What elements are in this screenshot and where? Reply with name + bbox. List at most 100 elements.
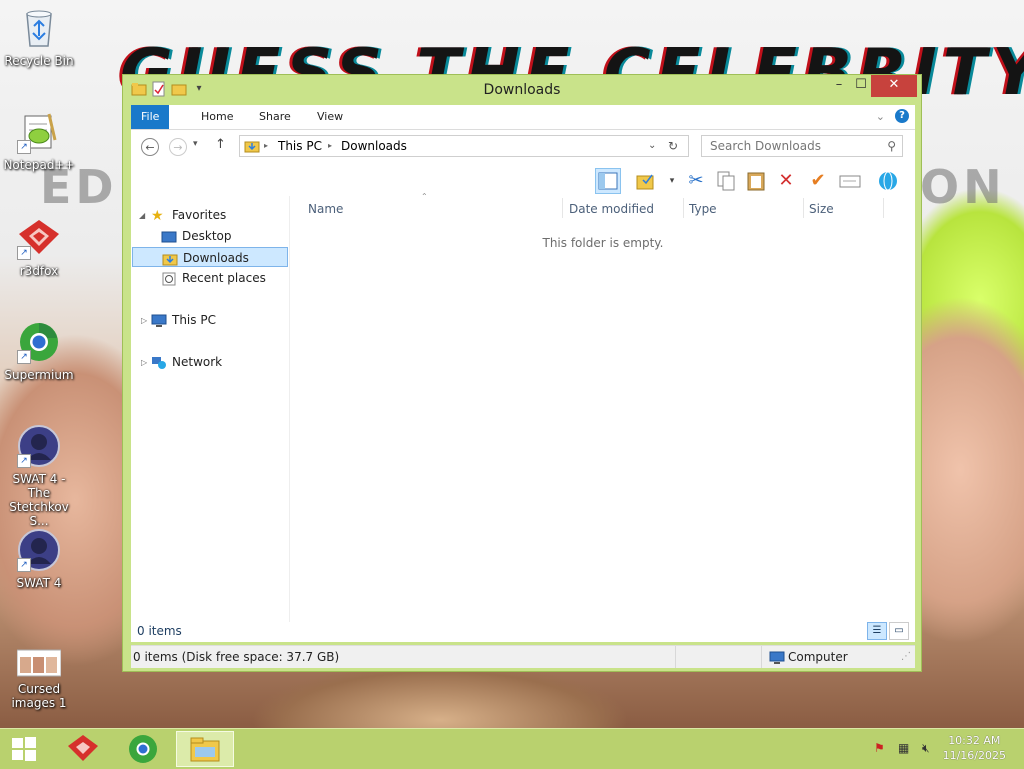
desktop-icon-supermium[interactable]: ↗ Supermium: [1, 320, 77, 382]
column-divider[interactable]: [803, 198, 804, 218]
collapse-arrow-icon[interactable]: ◢: [139, 211, 145, 220]
nav-recent-places[interactable]: Recent places: [161, 268, 266, 288]
start-button[interactable]: [0, 731, 48, 767]
breadcrumb-this-pc[interactable]: This PC: [278, 136, 322, 156]
refresh-icon[interactable]: ↻: [668, 136, 678, 156]
shortcut-arrow-icon: ↗: [17, 558, 31, 572]
status-divider: [761, 646, 762, 668]
navigation-pane[interactable]: ◢ ★ Favorites Desktop Downloads Recent pl…: [131, 196, 290, 642]
column-divider[interactable]: [683, 198, 684, 218]
nav-label: Recent places: [182, 271, 266, 285]
empty-folder-message: This folder is empty.: [542, 236, 664, 250]
command-toolbar: ▾ ✂ ✕ ✔: [131, 166, 915, 196]
recent-places-icon: [161, 272, 177, 286]
search-input[interactable]: Search Downloads ⚲: [701, 135, 903, 157]
desktop-icon-notepad-plus-plus[interactable]: ↗ Notepad++: [1, 110, 77, 172]
taskbar-file-explorer[interactable]: [176, 731, 234, 767]
wallpaper-subtitle-right: ON M: [920, 160, 1024, 214]
close-button[interactable]: ✕: [871, 75, 917, 97]
recent-locations-chevron-icon[interactable]: ▾: [193, 139, 198, 149]
image-file-icon: [16, 648, 62, 678]
expand-arrow-icon[interactable]: ▷: [141, 358, 147, 367]
rename-icon[interactable]: [837, 168, 863, 194]
file-list[interactable]: ⌃ Name Date modified Type Size This fold…: [291, 192, 915, 642]
details-view-icon[interactable]: ☰: [867, 622, 887, 640]
network-globe-icon[interactable]: [875, 168, 901, 194]
nav-favorites[interactable]: ★ Favorites: [151, 205, 226, 225]
shortcut-arrow-icon: ↗: [17, 140, 31, 154]
downloads-folder-icon: [162, 252, 178, 266]
search-placeholder: Search Downloads: [710, 139, 821, 153]
desktop-icon-label: Notepad++: [3, 158, 75, 172]
desktop-icon-recycle-bin[interactable]: Recycle Bin: [1, 6, 77, 68]
tab-share[interactable]: Share: [249, 105, 301, 129]
resize-grip-icon[interactable]: ⋰: [901, 646, 911, 668]
tab-file[interactable]: File: [131, 105, 170, 129]
sort-indicator-icon: ⌃: [421, 192, 428, 201]
search-icon[interactable]: ⚲: [887, 136, 896, 156]
nav-label: Favorites: [172, 208, 227, 222]
network-status-icon[interactable]: ▦: [898, 741, 909, 755]
cut-icon[interactable]: ✂: [683, 168, 709, 194]
large-icons-view-icon[interactable]: ▭: [889, 622, 909, 640]
checkmark-icon[interactable]: ✔: [805, 168, 831, 194]
help-button[interactable]: ?: [895, 109, 909, 123]
tab-view[interactable]: View: [307, 105, 353, 129]
r3dfox-browser-icon: [68, 735, 98, 761]
content-area: ◢ ★ Favorites Desktop Downloads Recent pl…: [131, 192, 915, 642]
nav-label: Downloads: [183, 251, 249, 265]
notepad-plus-plus-icon: ↗: [17, 110, 61, 154]
desktop-icon-r3dfox[interactable]: ↗ r3dfox: [1, 216, 77, 278]
taskbar-r3dfox[interactable]: [54, 731, 112, 767]
delete-icon[interactable]: ✕: [773, 168, 799, 194]
column-header-date-modified[interactable]: Date modified: [569, 202, 654, 216]
status-divider: [675, 646, 676, 668]
column-divider[interactable]: [562, 198, 563, 218]
preview-pane-icon[interactable]: [595, 168, 621, 194]
clock-date: 11/16/2025: [942, 749, 1006, 762]
desktop-icon-label: Cursed images 1: [11, 682, 67, 710]
network-icon: [151, 356, 167, 370]
windows-logo-icon: [12, 737, 36, 761]
breadcrumb-downloads[interactable]: Downloads: [341, 136, 407, 156]
back-button[interactable]: ←: [141, 138, 159, 156]
breadcrumb-separator-icon: ▸: [328, 141, 333, 150]
column-header-size[interactable]: Size: [809, 202, 834, 216]
swat4-game-icon: ↗: [17, 528, 61, 572]
shortcut-arrow-icon: ↗: [17, 246, 31, 260]
taskbar-supermium[interactable]: [114, 731, 172, 767]
address-dropdown-icon[interactable]: ⌄: [648, 136, 656, 156]
window-titlebar[interactable]: ▾ Downloads – ☐ ✕: [123, 75, 921, 105]
desktop-icon-label: SWAT 4: [16, 576, 62, 590]
expand-arrow-icon[interactable]: ▷: [141, 316, 147, 325]
desktop-icon-label: r3dfox: [19, 264, 59, 278]
column-header-name[interactable]: Name: [308, 202, 343, 216]
action-center-flag-icon[interactable]: ⚑: [874, 741, 885, 755]
nav-desktop[interactable]: Desktop: [161, 226, 232, 246]
up-arrow-icon[interactable]: ↑: [215, 137, 226, 152]
nav-label: Desktop: [182, 229, 232, 243]
desktop-icon-cursed-images[interactable]: Cursed images 1: [1, 648, 77, 710]
column-header-type[interactable]: Type: [689, 202, 717, 216]
copy-icon[interactable]: [713, 168, 739, 194]
computer-icon: [769, 650, 785, 672]
desktop-icon-swat4-stetchkov[interactable]: ↗ SWAT 4 - The Stetchkov S...: [1, 424, 77, 528]
address-bar[interactable]: ▸ This PC ▸ Downloads ⌄ ↻: [239, 135, 689, 157]
nav-downloads[interactable]: Downloads: [132, 247, 288, 267]
column-divider[interactable]: [883, 198, 884, 218]
view-dropdown-icon[interactable]: ▾: [659, 168, 685, 194]
volume-muted-icon[interactable]: 🔇︎: [922, 741, 930, 756]
forward-button[interactable]: →: [169, 138, 187, 156]
folder-options-icon[interactable]: [633, 168, 659, 194]
paste-icon[interactable]: [743, 168, 769, 194]
downloads-folder-icon: [244, 139, 260, 159]
desktop-icon-swat4[interactable]: ↗ SWAT 4: [1, 528, 77, 590]
nav-this-pc[interactable]: This PC: [151, 310, 216, 330]
taskbar: ⚑ ▦ 🔇︎ 10:32 AM 11/16/2025: [0, 728, 1024, 769]
expand-ribbon-icon[interactable]: ⌄: [876, 110, 885, 123]
explorer-window[interactable]: ▾ Downloads – ☐ ✕ File Home Share View ⌄…: [122, 74, 922, 672]
tab-home[interactable]: Home: [191, 105, 243, 129]
system-clock[interactable]: 10:32 AM 11/16/2025: [943, 733, 1006, 763]
breadcrumb-separator-icon: ▸: [264, 141, 269, 150]
nav-network[interactable]: Network: [151, 352, 222, 372]
